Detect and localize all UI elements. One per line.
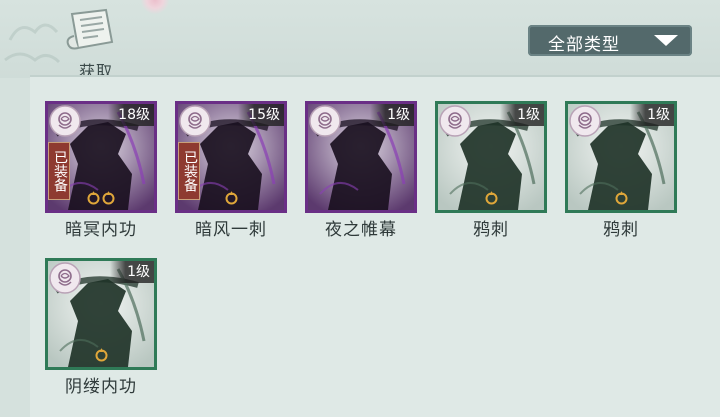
skill-name: 暗风一刺 [195,220,267,240]
star-marks [178,190,284,206]
star-mark-icon [615,191,627,205]
chevron-down-icon [654,35,678,46]
scroll-icon [66,8,114,50]
star-marks [568,190,674,206]
star-mark-icon [225,191,237,205]
star-mark-icon [102,191,115,205]
skill-card[interactable]: 18级 已装备 [45,101,157,213]
level-badge: 1级 [110,261,154,283]
rose-emblem-icon [49,262,81,294]
sakura-petal-decoration [140,0,170,14]
skill-name: 鸦刺 [603,220,639,240]
rose-emblem-icon [309,105,341,137]
skill-name: 暗冥内功 [65,220,137,240]
star-marks [438,190,544,206]
rose-emblem-icon [569,105,601,137]
skill-name: 夜之帷幕 [325,220,397,240]
star-marks [308,190,414,206]
type-filter-label: 全部类型 [548,35,620,55]
star-mark-icon [485,191,497,205]
skill-card[interactable]: 15级 已装备 [175,101,287,213]
star-marks [48,190,154,206]
top-bar: 获取 全部类型 [0,0,720,81]
star-mark-icon [95,348,107,362]
rose-emblem-icon [179,105,211,137]
skill-name: 阴缕内功 [65,377,137,397]
level-badge: 1级 [630,104,674,126]
rose-emblem-icon [439,105,471,137]
star-marks [48,347,154,363]
skill-card[interactable]: 1级 [435,101,547,213]
rose-emblem-icon [49,105,81,137]
type-filter-dropdown[interactable]: 全部类型 [528,25,692,56]
level-badge: 1级 [500,104,544,126]
skill-name: 鸦刺 [473,220,509,240]
fetch-button[interactable]: 获取 [64,8,124,81]
skill-card[interactable]: 1级 [305,101,417,213]
skill-card[interactable]: 1级 [565,101,677,213]
level-badge: 15级 [238,104,284,126]
level-badge: 1级 [370,104,414,126]
level-badge: 18级 [108,104,154,126]
skill-card[interactable]: 1级 [45,258,157,370]
star-mark-icon [87,191,100,205]
